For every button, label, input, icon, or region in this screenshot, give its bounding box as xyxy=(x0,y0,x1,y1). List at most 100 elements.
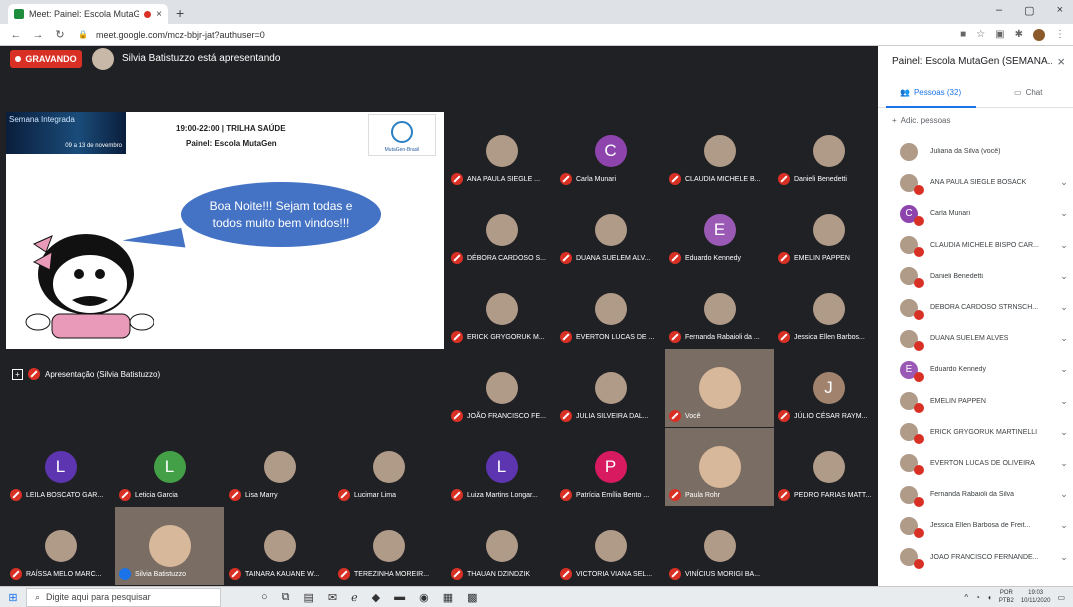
chevron-down-icon[interactable]: ⌄ xyxy=(1055,427,1073,438)
people-list-item[interactable]: Juliana da Silva (você) xyxy=(878,136,1073,167)
participant-tile[interactable]: THAUAN DZINDZIK xyxy=(447,507,556,585)
tray-up-icon[interactable]: ^ xyxy=(964,593,968,602)
network-icon[interactable]: ◔ xyxy=(975,593,980,602)
notifications-icon[interactable]: ▭ xyxy=(1057,593,1065,602)
people-list-item[interactable]: JOÃO FRANCISCO FERNANDE... ⌄ xyxy=(878,541,1073,572)
people-list-item[interactable]: DUANA SUELEM ALVES ⌄ xyxy=(878,323,1073,354)
puzzle-icon[interactable]: ✱ xyxy=(1015,29,1023,40)
people-list-item[interactable]: CLAUDIA MICHELE BISPO CAR... ⌄ xyxy=(878,230,1073,261)
participant-tile[interactable]: Fernanda Rabaioli da ... xyxy=(665,270,774,348)
extension-icon[interactable]: ▣ xyxy=(995,29,1004,40)
tab-close-button[interactable]: × xyxy=(156,9,162,20)
people-list-item[interactable]: Fernanda Rabaioli da Silva ⌄ xyxy=(878,479,1073,510)
add-people-button[interactable]: + Adic. pessoas xyxy=(892,116,950,125)
participant-tile[interactable]: JOÃO FRANCISCO FE... xyxy=(447,349,556,427)
participant-tile[interactable]: DUANA SUELEM ALV... xyxy=(556,191,665,269)
chevron-down-icon[interactable]: ⌄ xyxy=(1055,208,1073,219)
participant-tile[interactable]: C Carla Munari xyxy=(556,112,665,190)
store-icon[interactable]: ▤ xyxy=(304,591,314,604)
volume-icon[interactable]: ◖ xyxy=(987,593,992,602)
participant-tile[interactable]: ANA PAULA SIEGLE ... xyxy=(447,112,556,190)
participant-avatar xyxy=(485,530,518,562)
folder-icon[interactable]: ▬ xyxy=(394,591,405,604)
chevron-down-icon[interactable]: ⌄ xyxy=(1055,520,1073,531)
panel-close-button[interactable]: × xyxy=(1057,54,1065,69)
reload-icon[interactable]: ↻ xyxy=(52,28,68,41)
cortana-icon[interactable]: ○ xyxy=(261,591,268,604)
minimize-button[interactable]: – xyxy=(996,4,1002,17)
task-view-icon[interactable]: ⧉ xyxy=(282,591,290,604)
forward-icon[interactable]: → xyxy=(30,29,46,41)
chevron-down-icon[interactable]: ⌄ xyxy=(1055,302,1073,313)
chevron-down-icon[interactable]: ⌄ xyxy=(1055,396,1073,407)
maximize-button[interactable]: ▢ xyxy=(1024,4,1034,17)
participant-tile[interactable]: TAINARA KAUANE W... xyxy=(225,507,334,585)
chevron-down-icon[interactable]: ⌄ xyxy=(1055,177,1073,188)
participant-tile[interactable]: PEDRO FARIAS MATT... xyxy=(774,428,883,506)
people-list-item[interactable]: ERICK GRYGORUK MARTINELLI ⌄ xyxy=(878,417,1073,448)
chevron-down-icon[interactable]: ⌄ xyxy=(1055,333,1073,344)
participant-tile[interactable]: JULIA SILVEIRA DAL... xyxy=(556,349,665,427)
people-list-item[interactable]: C Carla Munari ⌄ xyxy=(878,198,1073,229)
chevron-down-icon[interactable]: ⌄ xyxy=(1055,552,1073,563)
participant-tile[interactable]: VINÍCIUS MORIGI BA... xyxy=(665,507,774,585)
chevron-down-icon[interactable]: ⌄ xyxy=(1055,458,1073,469)
participant-tile[interactable]: P Patrícia Emília Bento ... xyxy=(556,428,665,506)
participant-tile[interactable]: Jessica Ellen Barbos... xyxy=(774,270,883,348)
profile-avatar[interactable] xyxy=(1033,28,1045,41)
menu-icon[interactable]: ⋮ xyxy=(1055,29,1065,40)
close-window-button[interactable]: × xyxy=(1057,4,1063,17)
people-list-item[interactable]: ANA PAULA SIEGLE BOSACK ⌄ xyxy=(878,167,1073,198)
recording-badge[interactable]: GRAVANDO xyxy=(10,50,82,68)
participant-tile[interactable]: E Eduardo Kennedy xyxy=(665,191,774,269)
url-field[interactable]: meet.google.com/mcz-bbjr-jat?authuser=0 xyxy=(96,30,265,40)
taskbar-search[interactable]: ⌕ Digite aqui para pesquisar xyxy=(26,587,221,607)
windows-start-icon[interactable]: ⊞ xyxy=(0,591,26,604)
powerpoint-icon[interactable]: ▩ xyxy=(467,591,477,604)
participant-tile[interactable]: L Luiza Martins Longar... xyxy=(447,428,556,506)
chevron-down-icon[interactable]: ⌄ xyxy=(1055,240,1073,251)
participant-tile[interactable]: Você xyxy=(665,349,774,427)
participant-tile[interactable]: Silvia Batistuzzo xyxy=(115,507,224,585)
people-list-item[interactable]: EMELIN PAPPEN ⌄ xyxy=(878,386,1073,417)
language-indicator[interactable]: POR PTB2 xyxy=(999,589,1014,605)
participant-tile[interactable]: CLAUDIA MICHELE B... xyxy=(665,112,774,190)
chrome-icon[interactable]: ◉ xyxy=(419,591,429,604)
app-icon[interactable]: ◆ xyxy=(372,591,380,604)
participant-tile[interactable]: VICTORIA VIANA SEL... xyxy=(556,507,665,585)
edge-icon[interactable]: ℯ xyxy=(351,591,358,604)
tab-people[interactable]: 👥 Pessoas (32) xyxy=(900,88,961,97)
chevron-down-icon[interactable]: ⌄ xyxy=(1055,489,1073,500)
browser-tab[interactable]: Meet: Painel: Escola MutaGen × xyxy=(8,4,168,24)
participant-tile[interactable]: Lisa Marry xyxy=(225,428,334,506)
participant-tile[interactable]: DÉBORA CARDOSO S... xyxy=(447,191,556,269)
participant-tile[interactable]: J JÚLIO CÉSAR RAYM... xyxy=(774,349,883,427)
participant-tile[interactable]: EVERTON LUCAS DE ... xyxy=(556,270,665,348)
star-icon[interactable]: ☆ xyxy=(976,29,985,40)
participant-tile[interactable]: L LEILA BOSCATO GAR... xyxy=(6,428,115,506)
back-icon[interactable]: ← xyxy=(8,29,24,41)
chevron-down-icon[interactable]: ⌄ xyxy=(1055,271,1073,282)
tab-chat[interactable]: ▭ Chat xyxy=(1014,88,1042,97)
excel-icon[interactable]: ▦ xyxy=(443,591,453,604)
camera-icon[interactable]: ■ xyxy=(960,29,966,40)
participant-tile[interactable]: TEREZINHA MOREIR... xyxy=(334,507,443,585)
clock[interactable]: 19:03 10/11/2020 xyxy=(1021,589,1051,605)
participant-tile[interactable]: Lucimar Lima xyxy=(334,428,443,506)
participant-tile[interactable]: ERICK GRYGORUK M... xyxy=(447,270,556,348)
people-list-item[interactable]: E Eduardo Kennedy ⌄ xyxy=(878,354,1073,385)
people-list-item[interactable]: EVERTON LUCAS DE OLIVEIRA ⌄ xyxy=(878,448,1073,479)
participant-tile[interactable]: L Leticia Garcia xyxy=(115,428,224,506)
participant-tile[interactable]: Danieli Benedetti xyxy=(774,112,883,190)
new-tab-button[interactable]: + xyxy=(176,5,184,21)
mail-icon[interactable]: ✉ xyxy=(328,591,337,604)
people-list-item[interactable]: Jessica Ellen Barbosa de Freit... ⌄ xyxy=(878,510,1073,541)
participant-tile[interactable]: Paula Rohr xyxy=(665,428,774,506)
expand-icon[interactable]: + xyxy=(12,368,23,380)
people-list-item[interactable]: DÉBORA CARDOSO STRNSCH... ⌄ xyxy=(878,292,1073,323)
participant-tile[interactable]: RAÍSSA MELO MARC... xyxy=(6,507,115,585)
people-list-item[interactable]: Danieli Benedetti ⌄ xyxy=(878,261,1073,292)
chevron-down-icon[interactable]: ⌄ xyxy=(1055,364,1073,375)
lock-icon[interactable]: 🔒 xyxy=(78,30,88,39)
participant-tile[interactable]: EMELIN PAPPEN xyxy=(774,191,883,269)
